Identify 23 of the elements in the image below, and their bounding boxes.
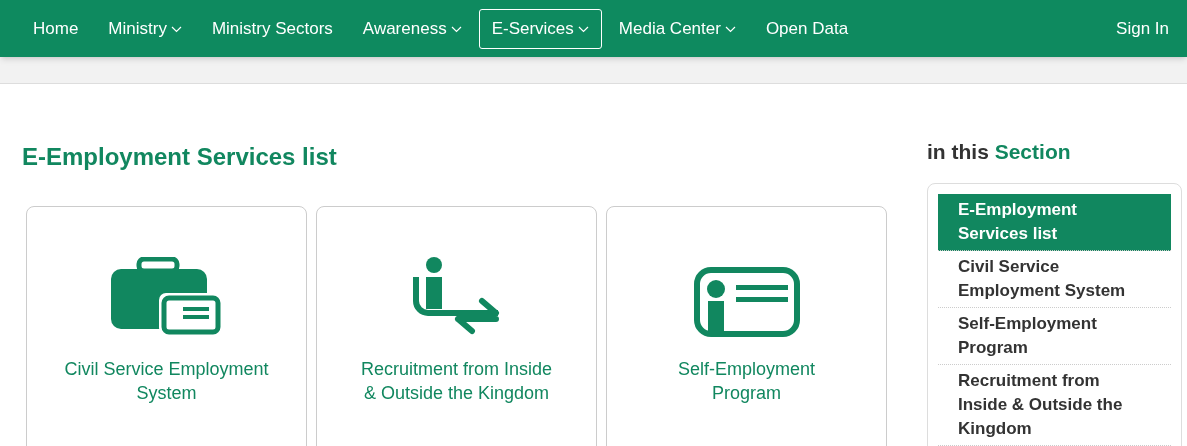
sidebar-link[interactable]: E-Employment Services list	[938, 194, 1171, 252]
nav-menu-item[interactable]: Open Data	[752, 8, 862, 49]
sign-in-link[interactable]: Sign In	[1116, 15, 1169, 42]
id-card-icon	[693, 267, 800, 337]
sidebar-heading: in this Section	[927, 139, 1072, 165]
sidebar-link[interactable]: Self-Employment Program	[938, 308, 1171, 366]
nav-menu-item[interactable]: E-Services	[478, 8, 602, 49]
person-arrows-icon	[411, 257, 502, 337]
nav-menu-item[interactable]: Ministry	[95, 8, 195, 49]
nav-menu-item[interactable]: Ministry Sectors	[198, 8, 346, 49]
nav-menu-item[interactable]: Awareness	[349, 8, 475, 49]
nav-menu-item[interactable]: Media Center	[605, 8, 749, 49]
service-card-title: Self-Employment Program	[676, 358, 817, 405]
service-card-title: Civil Service Employment System	[63, 358, 270, 405]
sidebar-link[interactable]: Recruitment from Inside & Outside the Kingdom	[938, 365, 1171, 446]
briefcase-card-icon	[110, 257, 223, 337]
sidebar-link[interactable]: Civil Service Employment System	[938, 251, 1171, 309]
service-card[interactable]: Self-Employment Program	[606, 206, 887, 446]
service-card[interactable]: Civil Service Employment System	[26, 206, 307, 446]
nav-menu-item[interactable]: Home	[20, 8, 92, 49]
page-heading: E-Employment Services list	[22, 142, 338, 172]
service-card[interactable]: Recruitment from Inside & Outside the Kingdom	[316, 206, 597, 446]
service-card-title: Recruitment from Inside & Outside the Kingdom	[359, 358, 554, 405]
